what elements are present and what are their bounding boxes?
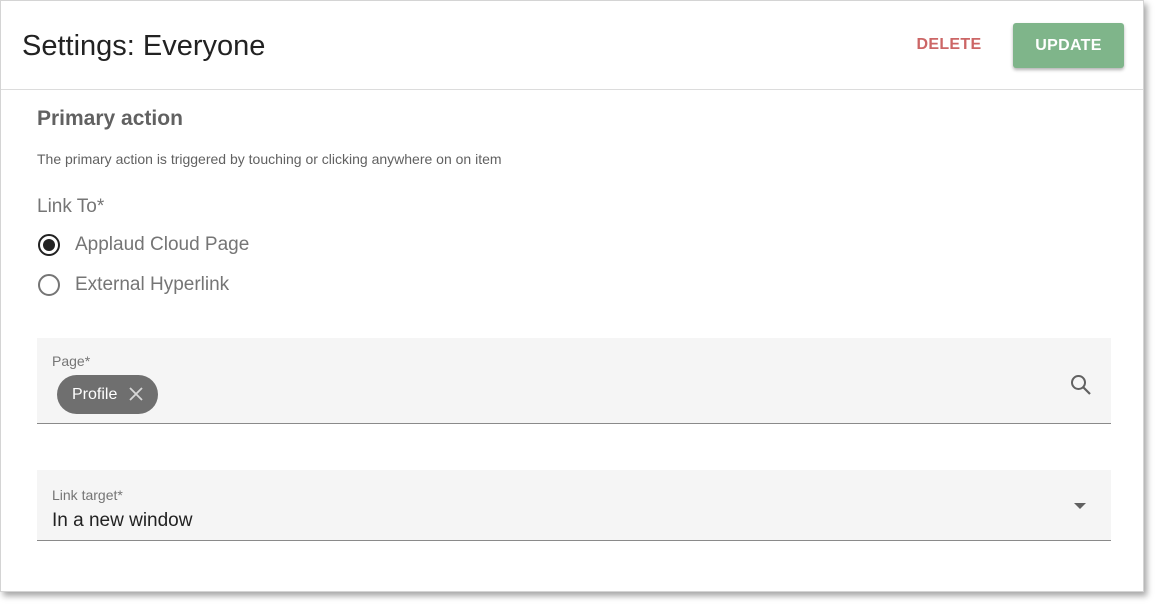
page-chip[interactable]: Profile: [57, 375, 158, 414]
radio-label-external-hyperlink: External Hyperlink: [75, 274, 230, 295]
page-field-label: Page*: [52, 353, 91, 369]
page-chip-label: Profile: [72, 385, 118, 403]
section-title: Primary action: [37, 107, 183, 130]
radio-checked-icon[interactable]: [38, 234, 60, 256]
link-target-select[interactable]: Link target* In a new window: [37, 470, 1111, 541]
radio-unchecked-icon[interactable]: [38, 274, 60, 296]
close-icon[interactable]: [128, 386, 144, 402]
link-target-value: In a new window: [52, 510, 193, 531]
settings-dialog: Settings: Everyone DELETE UPDATE Primary…: [0, 0, 1144, 592]
radio-applaud-cloud-page[interactable]: Applaud Cloud Page: [38, 231, 249, 259]
page-field[interactable]: Page* Profile: [37, 338, 1111, 424]
radio-dot: [43, 239, 55, 251]
link-to-label: Link To*: [37, 196, 105, 217]
update-button[interactable]: UPDATE: [1013, 23, 1124, 68]
section-description: The primary action is triggered by touch…: [37, 151, 502, 167]
dialog-title: Settings: Everyone: [22, 30, 266, 62]
link-target-label: Link target*: [52, 487, 123, 503]
radio-external-hyperlink[interactable]: External Hyperlink: [38, 271, 229, 299]
radio-label-applaud-cloud-page: Applaud Cloud Page: [75, 234, 250, 255]
chevron-down-icon[interactable]: [1073, 502, 1087, 510]
search-icon[interactable]: [1069, 373, 1093, 397]
dialog-header: Settings: Everyone DELETE UPDATE: [1, 1, 1143, 90]
delete-button[interactable]: DELETE: [907, 29, 991, 61]
